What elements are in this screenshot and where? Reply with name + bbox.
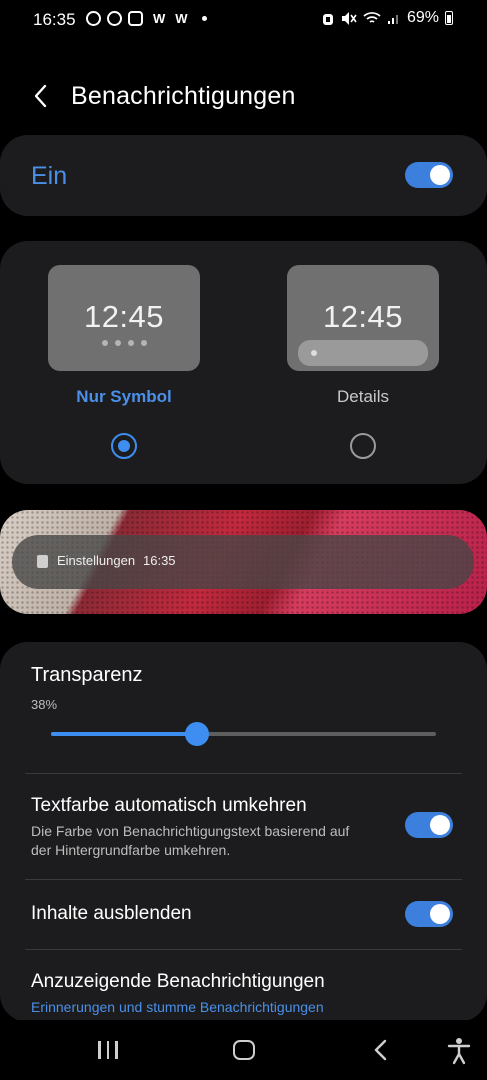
details-label: Details: [337, 387, 389, 406]
back-arrow-icon[interactable]: [28, 80, 56, 112]
transparency-value: 38%: [31, 697, 58, 712]
invert-text-toggle[interactable]: [405, 812, 453, 838]
home-icon[interactable]: [233, 1040, 255, 1060]
preview-notification: Einstellungen 16:35: [12, 535, 474, 589]
mute-icon: [341, 11, 357, 25]
accessibility-icon[interactable]: [446, 1037, 472, 1065]
preview-detail-bar: [298, 340, 428, 366]
app-header: Benachrichtigungen: [0, 70, 487, 122]
status-time: 16:35: [33, 10, 76, 29]
status-bar: 16:35 W W 69%: [0, 0, 487, 40]
divider: [25, 773, 462, 774]
alarm-icon: [322, 13, 333, 25]
shown-notifications-link[interactable]: Erinnerungen und stumme Benachrichtigung…: [31, 999, 324, 1015]
more-dot-icon: [201, 16, 207, 21]
threads-icon: [107, 11, 122, 26]
lockscreen-preview: Einstellungen 16:35: [0, 510, 487, 614]
preview-notification-app: Einstellungen: [57, 553, 136, 568]
wifi-icon: [363, 12, 381, 23]
preview-clock: 12:45: [322, 299, 404, 334]
details-preview[interactable]: 12:45: [287, 265, 439, 371]
notification-style-card: 12:45 12:45 Nur Symbol Details: [0, 241, 487, 484]
nav-back-icon[interactable]: [372, 1038, 390, 1062]
details-radio[interactable]: [350, 433, 376, 459]
instagram-icon: [128, 11, 143, 26]
settings-app-icon: [37, 555, 48, 568]
transparency-slider[interactable]: [51, 722, 436, 746]
preview-clock: 12:45: [83, 299, 165, 334]
preview-notification-time: 16:35: [143, 553, 176, 568]
page-title: Benachrichtigungen: [71, 82, 296, 110]
status-system-icons: 69%: [321, 9, 453, 27]
slider-fill: [51, 732, 198, 736]
icon-only-radio[interactable]: [111, 433, 137, 459]
invert-text-title: Textfarbe automatisch umkehren: [31, 795, 307, 816]
w-icon: W: [175, 11, 188, 26]
recents-icon[interactable]: [98, 1041, 118, 1059]
w-icon: W: [153, 11, 166, 26]
icon-only-label: Nur Symbol: [76, 387, 172, 406]
transparency-title: Transparenz: [31, 664, 143, 686]
icon-only-preview[interactable]: 12:45: [48, 265, 200, 371]
threads-icon: [86, 11, 101, 26]
preview-dots: [48, 340, 200, 346]
toggle-knob: [430, 904, 450, 924]
shown-notifications-title: Anzuzeigende Benachrichtigungen: [31, 971, 325, 992]
master-switch-label: Ein: [31, 162, 68, 190]
invert-text-subtitle: Die Farbe von Benachrichtigungstext basi…: [31, 823, 350, 858]
hide-content-toggle[interactable]: [405, 901, 453, 927]
notification-settings-card: Transparenz 38% Textfarbe automatisch um…: [0, 642, 487, 1022]
divider: [25, 949, 462, 950]
hide-content-title: Inhalte ausblenden: [31, 903, 192, 924]
signal-icon: [387, 15, 398, 24]
battery-icon: [445, 11, 453, 25]
divider: [25, 879, 462, 880]
master-toggle[interactable]: [405, 162, 453, 188]
master-switch-card[interactable]: Ein: [0, 135, 487, 216]
toggle-knob: [430, 815, 450, 835]
slider-thumb[interactable]: [185, 722, 210, 746]
navigation-bar: [0, 1020, 487, 1080]
battery-percent: 69%: [406, 9, 439, 26]
toggle-knob: [430, 165, 450, 185]
status-notification-icons: W W: [86, 11, 207, 26]
